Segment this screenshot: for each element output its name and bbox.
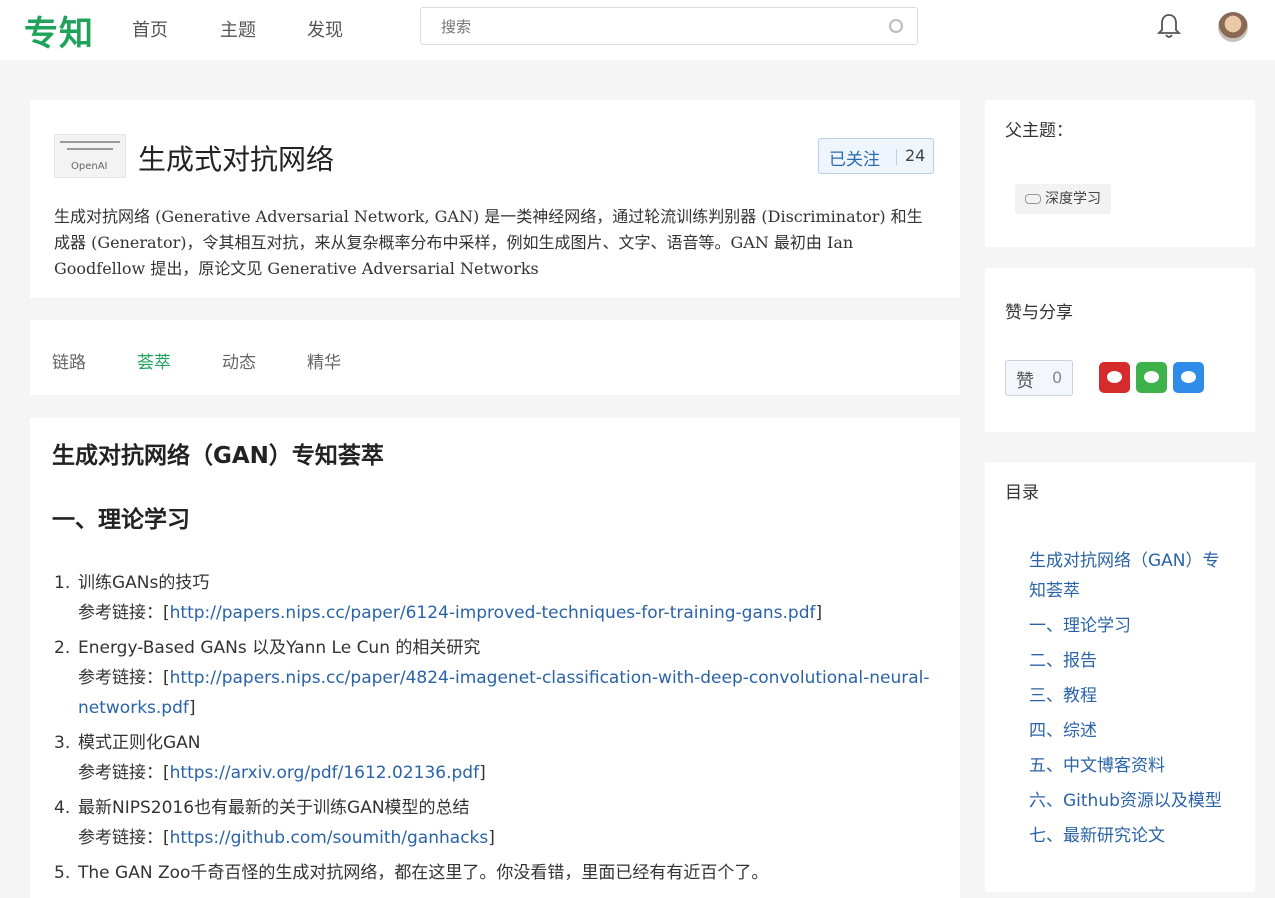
toc-item[interactable]: 六、Github资源以及模型 <box>1029 786 1229 816</box>
topic-card: OpenAI 生成式对抗网络 已关注 24 生成对抗网络 (Generative… <box>30 100 960 298</box>
toc-item[interactable]: 七、最新研究论文 <box>1029 821 1229 851</box>
logo-text: OpenAI <box>71 161 108 172</box>
toc-item[interactable]: 生成对抗网络（GAN）专知荟萃 <box>1029 546 1229 606</box>
toc-item[interactable]: 二、报告 <box>1029 646 1229 676</box>
list-number: 2. <box>54 638 71 658</box>
nav-topics[interactable]: 主题 <box>220 16 256 42</box>
nav-home[interactable]: 首页 <box>132 16 168 42</box>
tab-collection[interactable]: 荟萃 <box>137 348 171 373</box>
toc-card: 目录 生成对抗网络（GAN）专知荟萃 一、理论学习 二、报告 三、教程 四、综述… <box>985 462 1255 892</box>
parent-tag[interactable]: 深度学习 <box>1015 184 1111 214</box>
toc-item[interactable]: 一、理论学习 <box>1029 611 1229 641</box>
like-button[interactable]: 赞 0 <box>1005 360 1073 396</box>
list-number: 1. <box>54 573 71 593</box>
reference-link[interactable]: https://arxiv.org/pdf/1612.02136.pdf <box>170 763 479 783</box>
topic-logo: OpenAI <box>54 134 126 178</box>
top-navbar: 专知 首页 主题 发现 <box>0 0 1275 60</box>
toc-list: 生成对抗网络（GAN）专知荟萃 一、理论学习 二、报告 三、教程 四、综述 五、… <box>1029 546 1229 856</box>
tab-featured[interactable]: 精华 <box>307 348 341 373</box>
item-text: 模式正则化GAN <box>78 733 201 753</box>
article-title: 生成对抗网络（GAN）专知荟萃 <box>52 443 384 469</box>
tab-activity[interactable]: 动态 <box>222 348 256 373</box>
divider <box>896 149 897 165</box>
nav-discover[interactable]: 发现 <box>307 16 343 42</box>
list-number: 4. <box>54 798 71 818</box>
tag-icon <box>1025 194 1041 204</box>
ref-label: 参考链接： <box>78 603 163 623</box>
list-item: 3. 模式正则化GAN 参考链接：[https://arxiv.org/pdf/… <box>54 728 934 788</box>
bell-icon[interactable] <box>1156 12 1182 40</box>
reference-link[interactable]: https://github.com/soumith/ganhacks <box>170 828 489 848</box>
wechat-icon[interactable] <box>1136 362 1167 393</box>
item-text: The GAN Zoo千奇百怪的生成对抗网络，都在这里了。你没看错，里面已经有有… <box>78 863 769 883</box>
like-label: 赞 <box>1016 371 1034 392</box>
topic-description: 生成对抗网络 (Generative Adversarial Network, … <box>54 207 923 278</box>
item-text: 训练GANs的技巧 <box>78 573 210 593</box>
share-title: 赞与分享 <box>1005 303 1073 323</box>
tab-links[interactable]: 链路 <box>52 348 86 373</box>
weibo-icon[interactable] <box>1099 362 1130 393</box>
toc-item[interactable]: 三、教程 <box>1029 681 1229 711</box>
list-item: 4. 最新NIPS2016也有最新的关于训练GAN模型的总结 参考链接：[htt… <box>54 793 934 853</box>
like-count: 0 <box>1052 368 1063 387</box>
ref-label: 参考链接： <box>78 763 163 783</box>
parent-topic-card: 父主题： 深度学习 <box>985 100 1255 247</box>
logo-line <box>67 148 113 150</box>
tag-label: 深度学习 <box>1045 191 1101 207</box>
list-number: 3. <box>54 733 71 753</box>
site-logo[interactable]: 专知 <box>24 6 94 55</box>
follow-label: 已关注 <box>829 150 880 170</box>
reference-list: 1. 训练GANs的技巧 参考链接：[http://papers.nips.cc… <box>54 568 934 893</box>
page-title: 生成式对抗网络 <box>138 143 335 176</box>
toc-item[interactable]: 四、综述 <box>1029 716 1229 746</box>
share-card: 赞与分享 赞 0 <box>985 268 1255 432</box>
ref-label: 参考链接： <box>78 668 163 688</box>
article-content: 生成对抗网络（GAN）专知荟萃 一、理论学习 1. 训练GANs的技巧 参考链接… <box>30 418 960 898</box>
follow-button[interactable]: 已关注 24 <box>818 138 934 174</box>
list-number: 5. <box>54 863 71 883</box>
list-item: 5. The GAN Zoo千奇百怪的生成对抗网络，都在这里了。你没看错，里面已… <box>54 858 934 888</box>
search-icon[interactable] <box>889 19 903 33</box>
item-text: 最新NIPS2016也有最新的关于训练GAN模型的总结 <box>78 798 470 818</box>
toc-title: 目录 <box>1005 483 1039 503</box>
item-text: Energy-Based GANs 以及Yann Le Cun 的相关研究 <box>78 638 481 658</box>
ref-label: 参考链接： <box>78 828 163 848</box>
avatar[interactable] <box>1218 12 1248 42</box>
search-input[interactable] <box>439 16 883 38</box>
reference-link[interactable]: http://papers.nips.cc/paper/4824-imagene… <box>78 668 929 718</box>
search-box <box>420 7 918 45</box>
qq-icon[interactable] <box>1173 362 1204 393</box>
follow-count: 24 <box>905 146 926 165</box>
section-heading: 一、理论学习 <box>52 507 190 533</box>
tab-bar: 链路 荟萃 动态 精华 <box>30 320 960 395</box>
list-item: 2. Energy-Based GANs 以及Yann Le Cun 的相关研究… <box>54 633 934 723</box>
parent-title: 父主题： <box>1005 121 1073 141</box>
logo-line <box>60 141 120 143</box>
list-item: 1. 训练GANs的技巧 参考链接：[http://papers.nips.cc… <box>54 568 934 628</box>
reference-link[interactable]: http://papers.nips.cc/paper/6124-improve… <box>170 603 816 623</box>
toc-item[interactable]: 五、中文博客资料 <box>1029 751 1229 781</box>
